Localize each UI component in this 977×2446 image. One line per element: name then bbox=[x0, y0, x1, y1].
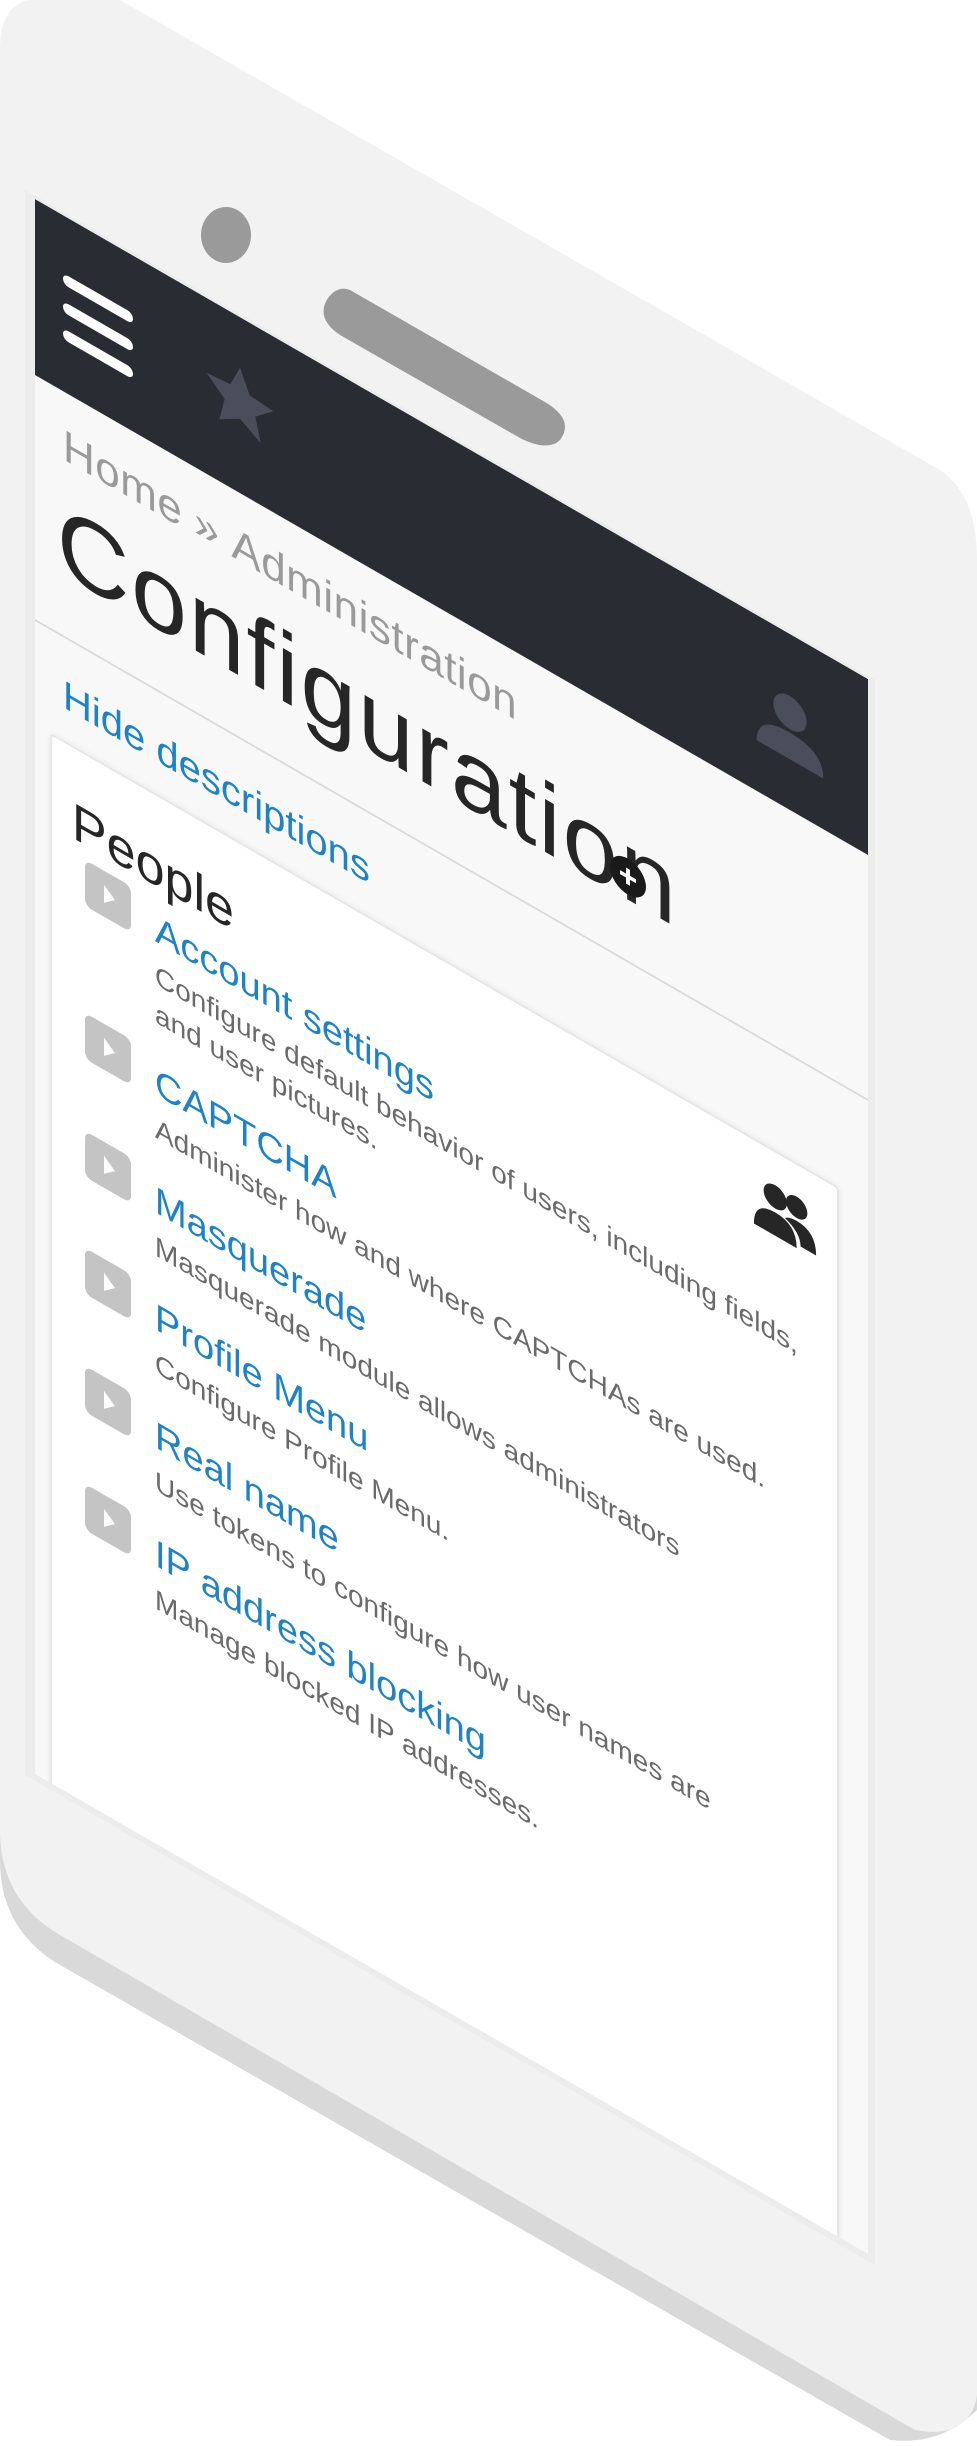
user-avatar-icon[interactable] bbox=[750, 663, 830, 789]
isometric-phone-scene: Home» Administration Configuration Hide d… bbox=[0, 0, 977, 2446]
breadcrumb-separator: » bbox=[194, 495, 220, 560]
star-icon[interactable] bbox=[200, 338, 280, 464]
hamburger-menu-icon[interactable] bbox=[63, 273, 133, 380]
